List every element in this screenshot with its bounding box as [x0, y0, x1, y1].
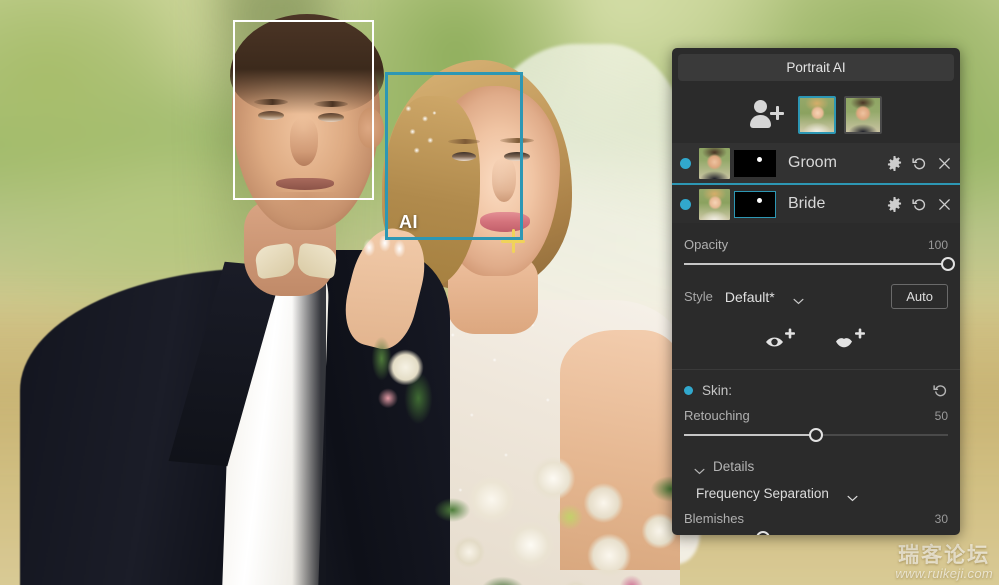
- chevron-down-icon[interactable]: [847, 490, 858, 501]
- gear-icon[interactable]: [887, 155, 902, 171]
- face-thumbnail-groom-image: [846, 98, 880, 132]
- skin-section-header[interactable]: Skin:: [672, 376, 960, 404]
- groom-bowtie: [256, 243, 336, 279]
- details-label: Details: [713, 458, 755, 474]
- blemishes-label: Blemishes: [684, 511, 744, 526]
- add-person-icon[interactable]: [750, 100, 784, 130]
- layer-enabled-toggle-bride[interactable]: [680, 198, 691, 210]
- layer-actions-bride: [887, 196, 952, 212]
- face-thumbnail-groom[interactable]: [844, 96, 882, 134]
- layer-thumbnail-groom-image: [699, 147, 730, 179]
- mask-highlight-dot: [756, 197, 762, 203]
- groom-shirt-shadow: [292, 262, 326, 585]
- style-label: Style: [684, 289, 713, 304]
- blemishes-value: 30: [934, 512, 948, 526]
- auto-button[interactable]: Auto: [891, 284, 948, 309]
- watermark: 瑞客论坛 www.ruikeji.com: [895, 545, 993, 581]
- style-row: Style Default* Auto: [672, 284, 960, 309]
- skin-enabled-toggle[interactable]: [684, 385, 693, 395]
- opacity-label-row: Opacity 100: [684, 237, 948, 252]
- layer-mask-bride[interactable]: [734, 190, 776, 218]
- layer-enabled-toggle-groom[interactable]: [680, 157, 691, 169]
- opacity-slider-knob[interactable]: [941, 257, 955, 271]
- frequency-separation-label: Frequency Separation: [696, 485, 829, 501]
- layer-name-groom: Groom: [788, 154, 837, 171]
- eye-plus-icon[interactable]: [764, 328, 798, 352]
- layer-name-bride: Bride: [788, 195, 826, 212]
- lips-plus-icon[interactable]: [834, 328, 868, 352]
- layer-row-groom[interactable]: Groom: [672, 143, 960, 183]
- retouching-slider-knob[interactable]: [809, 428, 823, 442]
- person-head-shape: [754, 100, 767, 113]
- bride-nails: [358, 236, 414, 294]
- layer-mask-groom[interactable]: [734, 149, 776, 177]
- close-icon[interactable]: [937, 156, 952, 171]
- opacity-label: Opacity: [684, 237, 729, 252]
- face-box-bride[interactable]: AI: [385, 72, 523, 240]
- reset-icon[interactable]: [912, 156, 927, 171]
- layer-thumbnail-groom[interactable]: [699, 147, 730, 179]
- retouching-section: Retouching 50: [672, 408, 960, 443]
- reset-icon[interactable]: [912, 197, 927, 212]
- retouch-tools-row: [672, 315, 960, 365]
- opacity-slider-fill: [684, 263, 948, 265]
- face-chooser-row: [672, 87, 960, 143]
- opacity-section: Opacity 100: [672, 237, 960, 272]
- section-divider: [672, 369, 960, 370]
- retouching-slider-fill: [684, 434, 816, 436]
- panel-title: Portrait AI: [678, 54, 954, 81]
- retouching-slider[interactable]: [684, 427, 948, 443]
- person-body-shape: [750, 115, 771, 128]
- skin-label: Skin:: [702, 382, 733, 398]
- chevron-down-icon[interactable]: [694, 463, 705, 474]
- face-box-groom[interactable]: [233, 20, 374, 200]
- watermark-url: www.ruikeji.com: [895, 566, 993, 582]
- groom-boutonniere: [356, 330, 436, 440]
- details-section-header[interactable]: Details: [672, 453, 960, 479]
- mask-highlight-dot: [756, 156, 762, 162]
- frequency-separation-row[interactable]: Frequency Separation: [672, 481, 960, 505]
- blemishes-section: Blemishes 30: [672, 511, 960, 535]
- bridal-bouquet: [430, 440, 710, 585]
- opacity-slider[interactable]: [684, 256, 955, 272]
- portrait-ai-panel: Portrait AI Groom Bride Opacity 100 Styl…: [672, 48, 960, 535]
- retouching-label: Retouching: [684, 408, 750, 423]
- watermark-name: 瑞客论坛: [898, 544, 991, 568]
- opacity-value: 100: [927, 238, 948, 252]
- blemishes-label-row: Blemishes 30: [684, 511, 948, 526]
- chevron-down-icon[interactable]: [793, 293, 804, 305]
- gear-icon[interactable]: [887, 196, 902, 212]
- face-box-ai-label: AI: [399, 212, 418, 232]
- layer-thumbnail-bride[interactable]: [699, 188, 730, 220]
- style-value[interactable]: Default*: [725, 289, 775, 305]
- layer-thumbnail-bride-image: [699, 188, 730, 220]
- retouching-value: 50: [934, 409, 948, 423]
- layer-actions-groom: [887, 155, 952, 171]
- layer-row-bride[interactable]: Bride: [672, 183, 960, 223]
- retouching-label-row: Retouching 50: [684, 408, 948, 423]
- plus-icon: [770, 106, 784, 120]
- close-icon[interactable]: [937, 197, 952, 212]
- blemishes-slider-knob[interactable]: [756, 531, 771, 535]
- skin-reset-icon[interactable]: [933, 383, 948, 398]
- face-thumbnail-bride-image: [800, 98, 834, 132]
- face-thumbnail-bride[interactable]: [798, 96, 836, 134]
- blemishes-slider[interactable]: [684, 530, 948, 535]
